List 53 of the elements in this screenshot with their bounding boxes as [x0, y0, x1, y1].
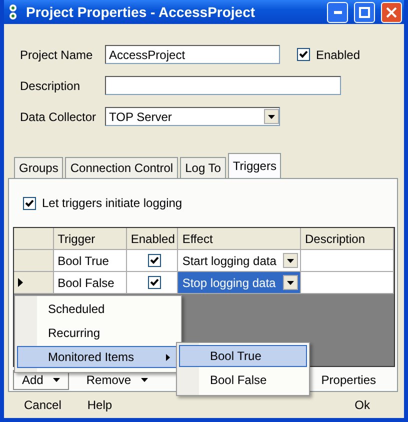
effect-select[interactable]: Stop logging data	[178, 272, 301, 293]
close-button[interactable]	[381, 2, 402, 22]
caret-icon	[268, 114, 275, 118]
field-label: Description	[20, 78, 82, 92]
current-row-icon	[18, 278, 23, 287]
check-icon	[25, 198, 34, 208]
data-collector-select[interactable]: TOP Server	[105, 107, 280, 126]
checkbox[interactable]	[23, 196, 36, 210]
menu-item[interactable]: Monitored Items	[17, 346, 179, 368]
menu-item[interactable]: Bool False	[179, 369, 307, 391]
menu-item[interactable]: Recurring	[17, 322, 179, 344]
field-label: Data Collector	[20, 110, 98, 124]
minimize-icon	[334, 10, 342, 14]
caret-icon	[53, 378, 60, 382]
submenu-arrow-icon	[166, 354, 170, 360]
caret-icon	[286, 280, 294, 284]
column-header: Trigger	[54, 228, 127, 249]
minimize-button[interactable]	[327, 2, 348, 22]
toolbar-button[interactable]: Remove	[77, 370, 158, 390]
close-icon	[386, 6, 397, 18]
tab[interactable]: Log To	[180, 157, 226, 178]
column-header: Description	[300, 228, 394, 249]
checkbox[interactable]	[148, 276, 161, 289]
check-icon	[150, 278, 159, 287]
tab[interactable]: Triggers	[228, 153, 282, 178]
window-title: Project Properties - AccessProject	[26, 4, 256, 20]
effect-select[interactable]: Start logging data	[178, 250, 301, 271]
tab[interactable]: Groups	[14, 157, 64, 178]
tab[interactable]: Connection Control	[65, 157, 178, 178]
dialog-button[interactable]: Ok	[346, 396, 378, 414]
maximize-button[interactable]	[354, 2, 375, 22]
caret-icon	[286, 258, 294, 262]
table-cell: Bool True	[54, 250, 127, 271]
checkbox-label: Enabled	[316, 48, 360, 62]
maximize-icon	[359, 6, 370, 18]
row-header[interactable]	[14, 272, 54, 293]
table-cell: Bool False	[54, 272, 127, 293]
menu-item[interactable]: Bool True	[179, 345, 307, 367]
column-header: Enabled	[126, 228, 178, 249]
column-header: Effect	[178, 228, 301, 249]
text-field[interactable]	[105, 76, 341, 95]
checkbox[interactable]	[296, 48, 310, 61]
check-icon	[150, 256, 159, 265]
dialog-button[interactable]: Cancel	[16, 396, 70, 414]
checkbox[interactable]	[148, 254, 161, 267]
toolbar-button[interactable]: Properties	[316, 370, 381, 390]
checkbox-label: Let triggers initiate logging	[42, 196, 182, 210]
check-icon	[298, 50, 308, 59]
menu-item[interactable]: Scheduled	[17, 298, 179, 320]
text-field[interactable]: AccessProject	[105, 45, 280, 64]
field-label: Project Name	[20, 48, 94, 62]
caret-icon	[141, 378, 148, 382]
dialog-button[interactable]: Help	[79, 396, 120, 414]
